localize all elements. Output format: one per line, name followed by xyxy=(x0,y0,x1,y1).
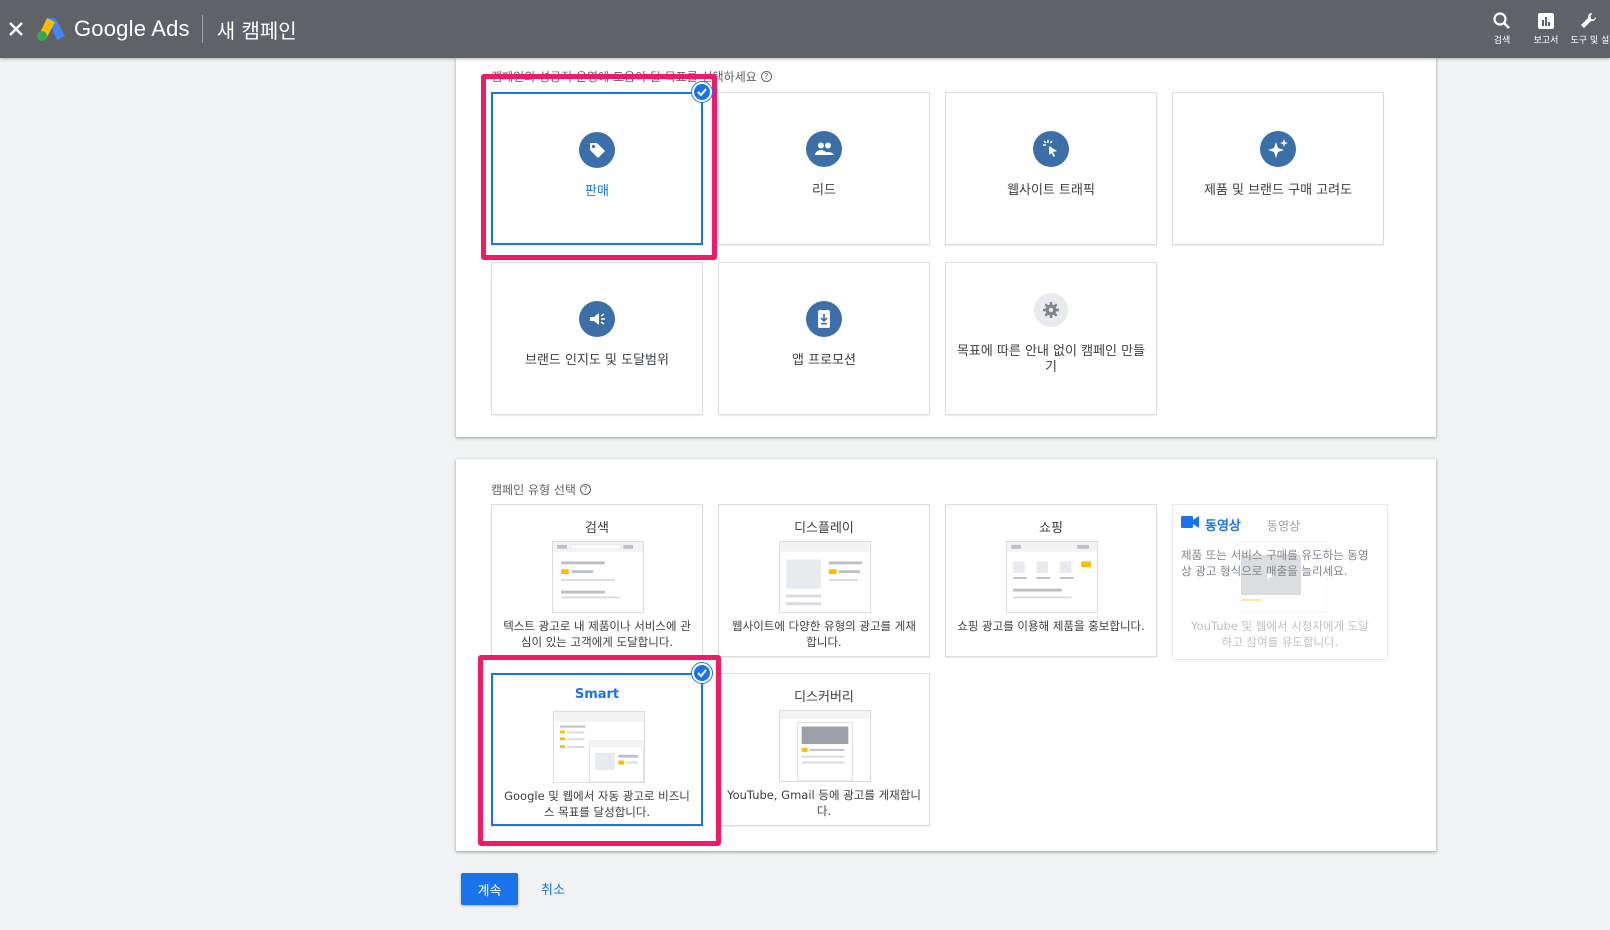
smart-ad-thumbnail xyxy=(553,711,645,783)
campaign-type-section-label: 캠페인 유형 선택 ? xyxy=(491,481,591,498)
campaign-type-video[interactable]: 동영상 동영상 제품 또는 서비스 구매를 유도하는 동영상 광고 형식으로 매… xyxy=(1172,504,1388,660)
video-camera-icon xyxy=(1181,516,1199,528)
campaign-type-description: Google 및 웹에서 자동 광고로 비즈니스 목표를 달성합니다. xyxy=(504,789,690,819)
campaign-type-title: 쇼핑 xyxy=(1039,521,1063,536)
reports-icon xyxy=(1538,13,1554,29)
page-title: 새 캠페인 xyxy=(216,18,297,43)
people-icon xyxy=(806,131,842,167)
campaign-type-title-secondary: 동영상 xyxy=(1267,519,1301,533)
goal-label: 웹사이트 트래픽 xyxy=(1007,183,1095,198)
campaign-type-description: 쇼핑 광고를 이용해 제품을 홍보합니다. xyxy=(957,619,1145,633)
help-icon[interactable]: ? xyxy=(579,484,591,495)
campaign-type-panel: 캠페인 유형 선택 ? 검색 텍스트 광고로 내 제품이나 서비스에 관심이 있… xyxy=(456,459,1436,851)
goal-label: 앱 프로모션 xyxy=(792,353,856,368)
goal-selection-panel: 캠페인의 성공적 운영에 도움이 될 목표를 선택하세요 ? 판매 리드 웹사이… xyxy=(456,58,1436,437)
campaign-type-title: 검색 xyxy=(585,521,609,536)
campaign-type-title: 디스커버리 xyxy=(794,690,854,705)
help-icon[interactable]: ? xyxy=(760,71,772,82)
campaign-type-shopping[interactable]: 쇼핑 쇼핑 광고를 이용해 제품을 홍보합니다. xyxy=(945,504,1157,657)
campaign-type-description-secondary: YouTube 및 웹에서 시청자에게 도달하고 참여를 유도합니다. xyxy=(1191,619,1369,649)
campaign-type-display[interactable]: 디스플레이 웹사이트에 다양한 유형의 광고를 게재합니다. xyxy=(718,504,930,657)
wrench-icon xyxy=(1581,12,1597,28)
search-tool-button[interactable]: 검색 xyxy=(1480,0,1524,58)
top-app-bar: Google Ads 새 캠페인 검색 보고서 도구 및 설정 xyxy=(0,0,1610,58)
tag-icon xyxy=(579,132,615,168)
header-tools: 검색 보고서 도구 및 설정 xyxy=(1480,0,1610,58)
cursor-click-icon xyxy=(1033,131,1069,167)
campaign-type-title: 동영상 xyxy=(1205,519,1241,534)
close-icon xyxy=(9,22,23,36)
goal-card-consideration[interactable]: 제품 및 브랜드 구매 고려도 xyxy=(1172,92,1384,245)
selected-check-icon xyxy=(692,663,712,683)
cancel-button[interactable]: 취소 xyxy=(541,879,565,898)
search-tool-label: 검색 xyxy=(1493,36,1511,46)
campaign-type-title: Smart xyxy=(574,687,620,702)
goal-card-no-goal[interactable]: 목표에 따른 안내 없이 캠페인 만들기 xyxy=(945,262,1157,415)
campaign-type-description: 텍스트 광고로 내 제품이나 서비스에 관심이 있는 고객에게 도달합니다. xyxy=(503,619,691,649)
sparkle-icon xyxy=(1260,131,1296,167)
google-ads-logo xyxy=(37,18,65,41)
goal-label: 제품 및 브랜드 구매 고려도 xyxy=(1203,183,1353,198)
campaign-type-description: YouTube, Gmail 등에 광고를 게재합니다. xyxy=(727,788,921,818)
goal-label: 판매 xyxy=(585,184,609,199)
header-divider xyxy=(201,15,203,43)
goal-card-leads[interactable]: 리드 xyxy=(718,92,930,245)
speaker-icon xyxy=(579,301,615,337)
brand-name: Google Ads xyxy=(74,16,190,41)
tools-settings-label: 도구 및 설정 xyxy=(1570,36,1610,46)
goal-label: 목표에 따른 안내 없이 캠페인 만들기 xyxy=(956,344,1146,375)
continue-button[interactable]: 계속 xyxy=(461,873,518,905)
close-button[interactable] xyxy=(0,13,32,45)
tools-settings-button[interactable]: 도구 및 설정 xyxy=(1568,0,1610,58)
search-icon xyxy=(1493,12,1510,29)
campaign-type-title: 디스플레이 xyxy=(794,521,854,536)
gear-icon xyxy=(1034,293,1068,327)
selected-check-icon xyxy=(692,82,712,102)
phone-download-icon xyxy=(806,301,842,337)
campaign-type-smart[interactable]: Smart Google 및 웹에서 자동 광고로 비즈니스 목표를 달성합니다… xyxy=(491,673,703,826)
campaign-type-search[interactable]: 검색 텍스트 광고로 내 제품이나 서비스에 관심이 있는 고객에게 도달합니다… xyxy=(491,504,703,657)
goal-card-sales[interactable]: 판매 xyxy=(491,92,703,245)
goal-card-awareness[interactable]: 브랜드 인지도 및 도달범위 xyxy=(491,262,703,415)
goal-label: 리드 xyxy=(812,183,836,198)
campaign-type-discovery[interactable]: 디스커버리 YouTube, Gmail 등에 광고를 게재합니다. xyxy=(718,673,930,826)
goal-card-app-promotion[interactable]: 앱 프로모션 xyxy=(718,262,930,415)
campaign-type-description: 제품 또는 서비스 구매를 유도하는 동영상 광고 형식으로 매출을 늘리세요. xyxy=(1181,548,1369,578)
goal-label: 브랜드 인지도 및 도달범위 xyxy=(525,353,669,368)
goals-section-label: 캠페인의 성공적 운영에 도움이 될 목표를 선택하세요 ? xyxy=(491,68,772,85)
goal-card-website-traffic[interactable]: 웹사이트 트래픽 xyxy=(945,92,1157,245)
search-ad-thumbnail xyxy=(552,541,644,613)
discovery-ad-thumbnail xyxy=(779,710,871,782)
campaign-type-description: 웹사이트에 다양한 유형의 광고를 게재합니다. xyxy=(732,619,916,649)
reports-tool-label: 보고서 xyxy=(1533,36,1559,46)
reports-tool-button[interactable]: 보고서 xyxy=(1524,0,1568,58)
shopping-ad-thumbnail xyxy=(1006,541,1098,613)
display-ad-thumbnail xyxy=(779,541,871,613)
